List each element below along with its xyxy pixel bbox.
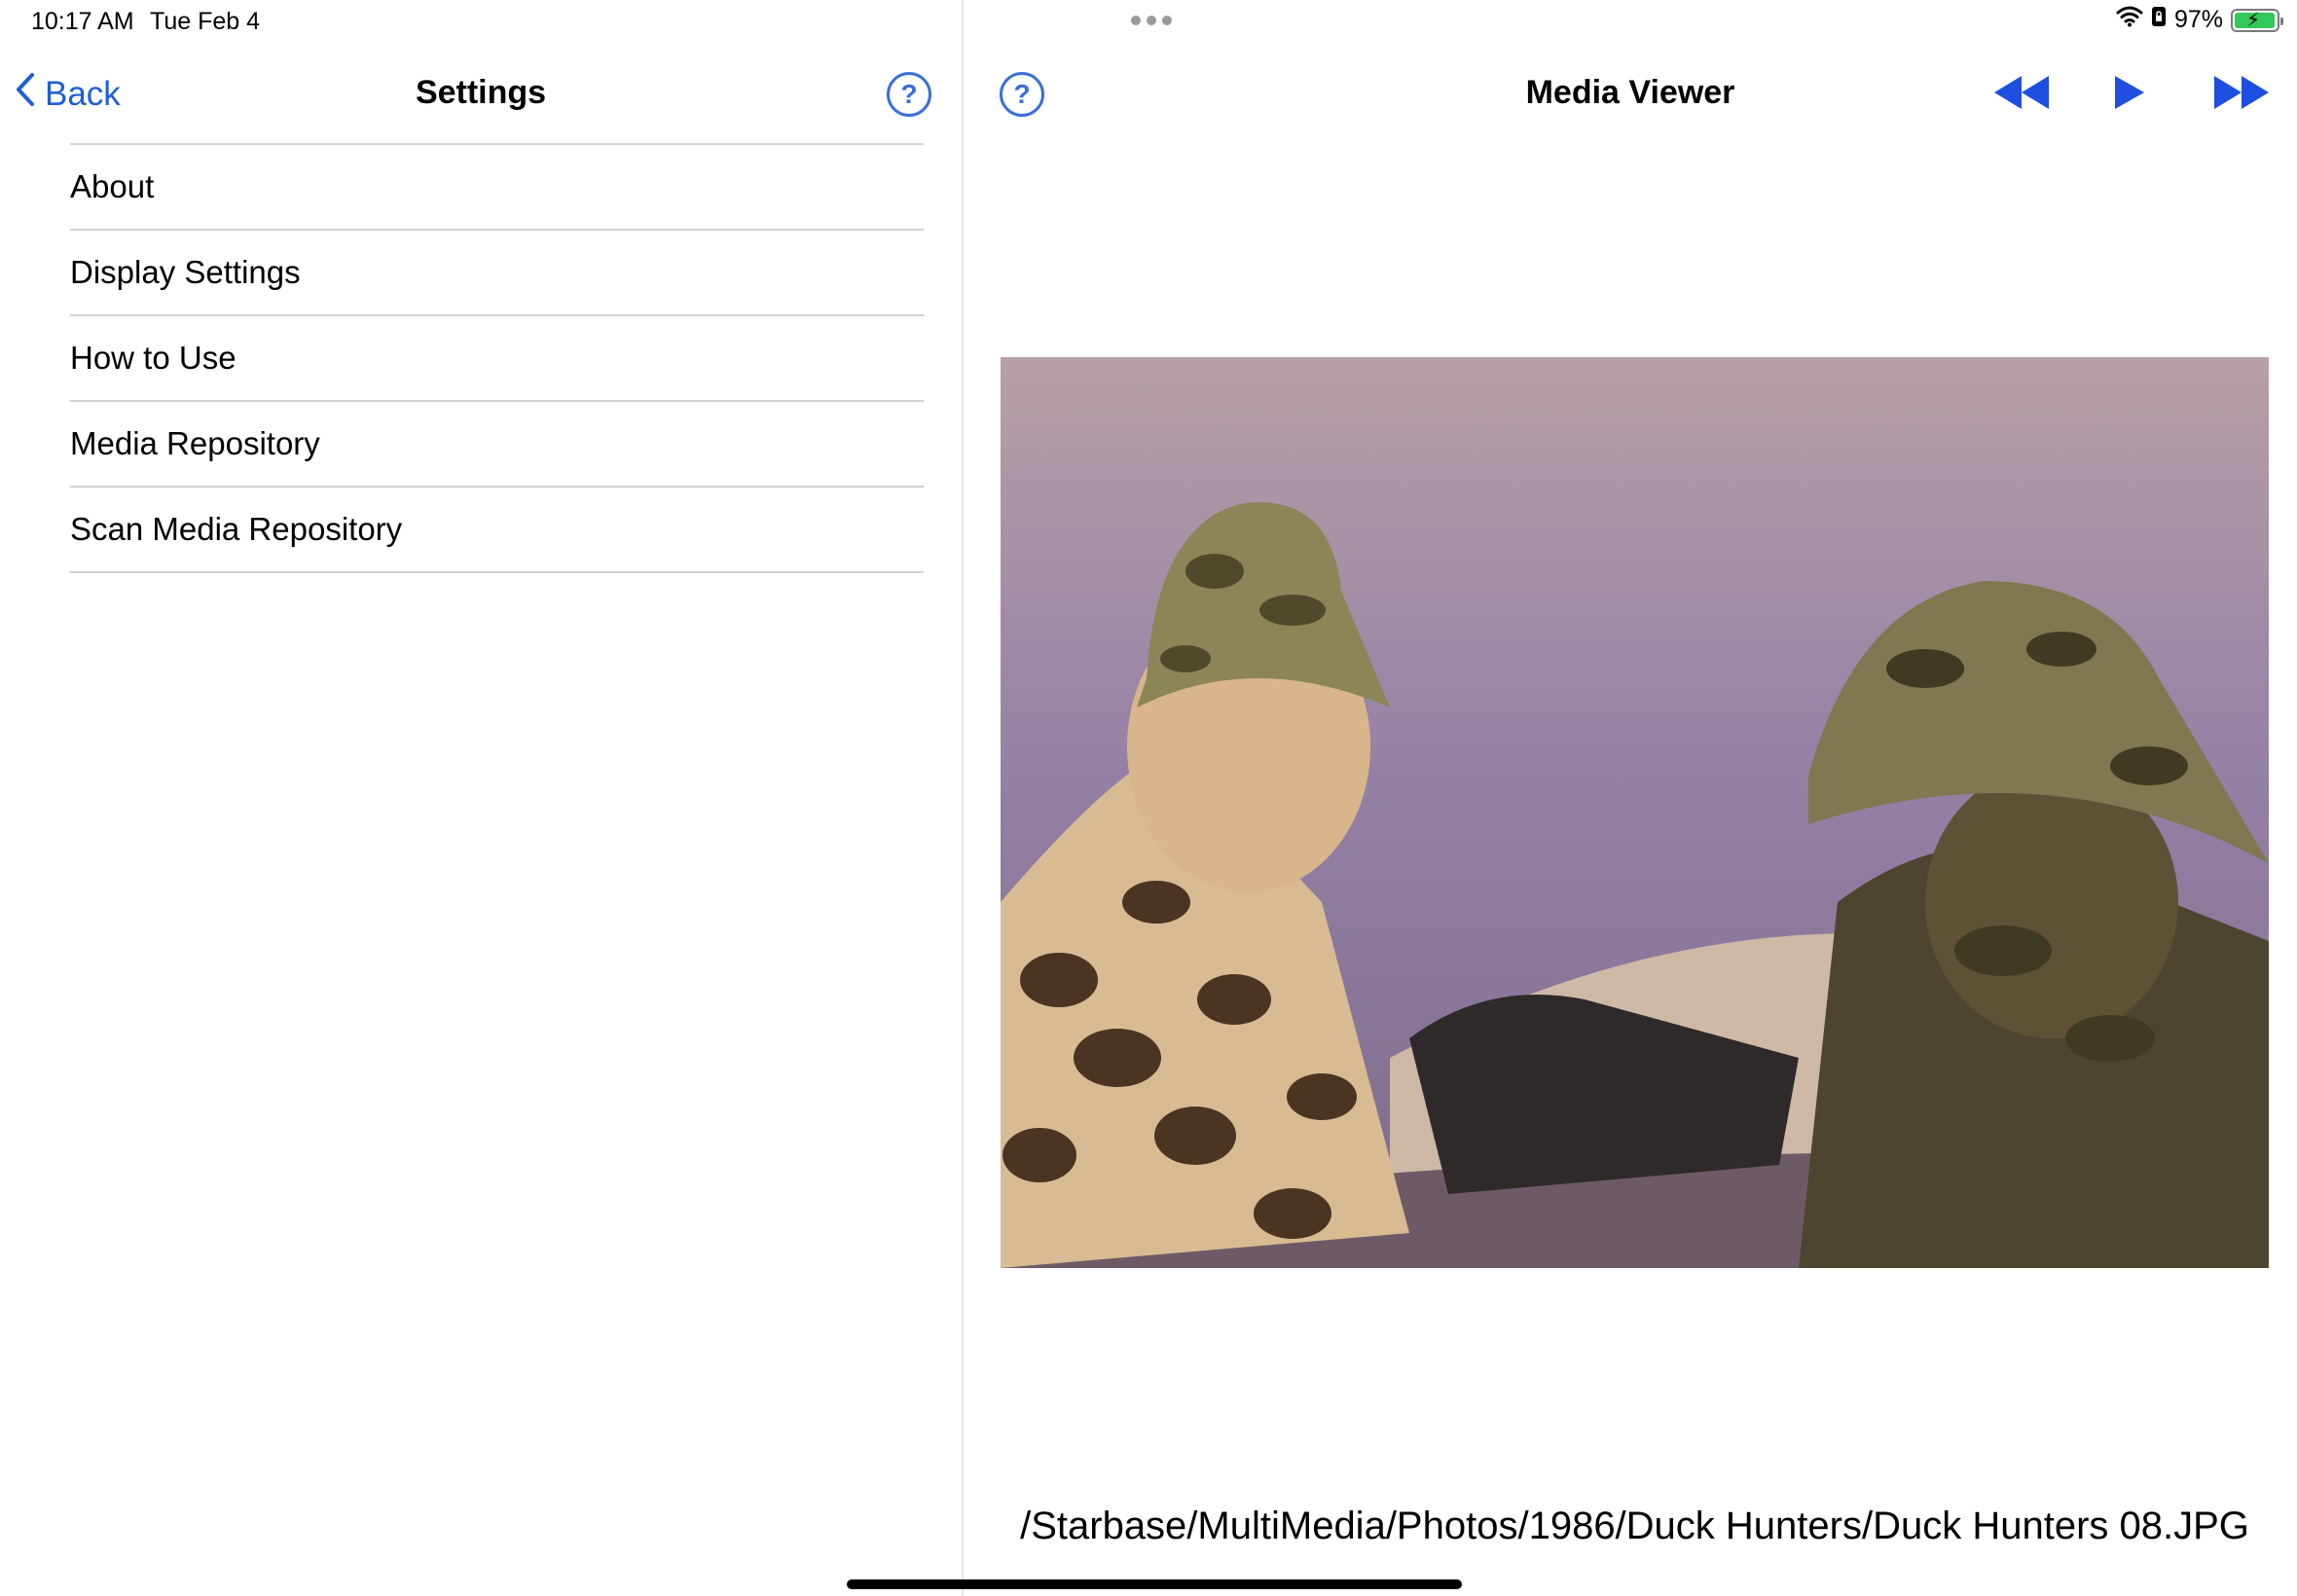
wifi-icon	[2116, 6, 2143, 34]
menu-item-display-settings[interactable]: Display Settings	[70, 231, 924, 316]
play-button[interactable]	[2113, 76, 2146, 114]
dot-icon	[1131, 16, 1141, 25]
rewind-button[interactable]	[1992, 76, 2051, 114]
menu-item-how-to-use[interactable]: How to Use	[70, 316, 924, 402]
help-button[interactable]: ?	[887, 72, 931, 117]
menu-item-scan-media-repository[interactable]: Scan Media Repository	[70, 488, 924, 573]
orientation-lock-icon	[2151, 6, 2167, 34]
file-path-label: /Starbase/MultiMedia/Photos/1986/Duck Hu…	[1020, 1505, 2249, 1547]
status-indicators: 97% ⚡	[2116, 6, 2283, 34]
fast-forward-button[interactable]	[2212, 76, 2271, 114]
home-indicator[interactable]	[847, 1579, 1462, 1589]
dot-icon	[1147, 16, 1156, 25]
dot-icon	[1162, 16, 1172, 25]
battery-percent: 97%	[2173, 6, 2223, 33]
menu-item-media-repository[interactable]: Media Repository	[70, 402, 924, 488]
battery-icon: ⚡	[2231, 8, 2283, 32]
battery-nub	[2280, 17, 2283, 25]
menu-item-about[interactable]: About	[70, 145, 924, 231]
question-mark-icon: ?	[900, 79, 918, 109]
play-icon	[2115, 76, 2144, 109]
rewind-icon	[1994, 76, 2049, 109]
media-viewer-title: Media Viewer	[1525, 74, 1735, 111]
multitask-menu[interactable]	[1131, 16, 1172, 25]
fast-forward-icon	[2214, 76, 2269, 109]
media-image[interactable]	[1001, 357, 2269, 1268]
settings-pane: Back Settings ? About Display Settings H…	[0, 0, 962, 1596]
charging-bolt-icon: ⚡	[2246, 9, 2261, 31]
settings-menu: About Display Settings How to Use Media …	[70, 143, 924, 573]
page-title: Settings	[415, 74, 547, 111]
split-divider[interactable]	[962, 0, 964, 1596]
